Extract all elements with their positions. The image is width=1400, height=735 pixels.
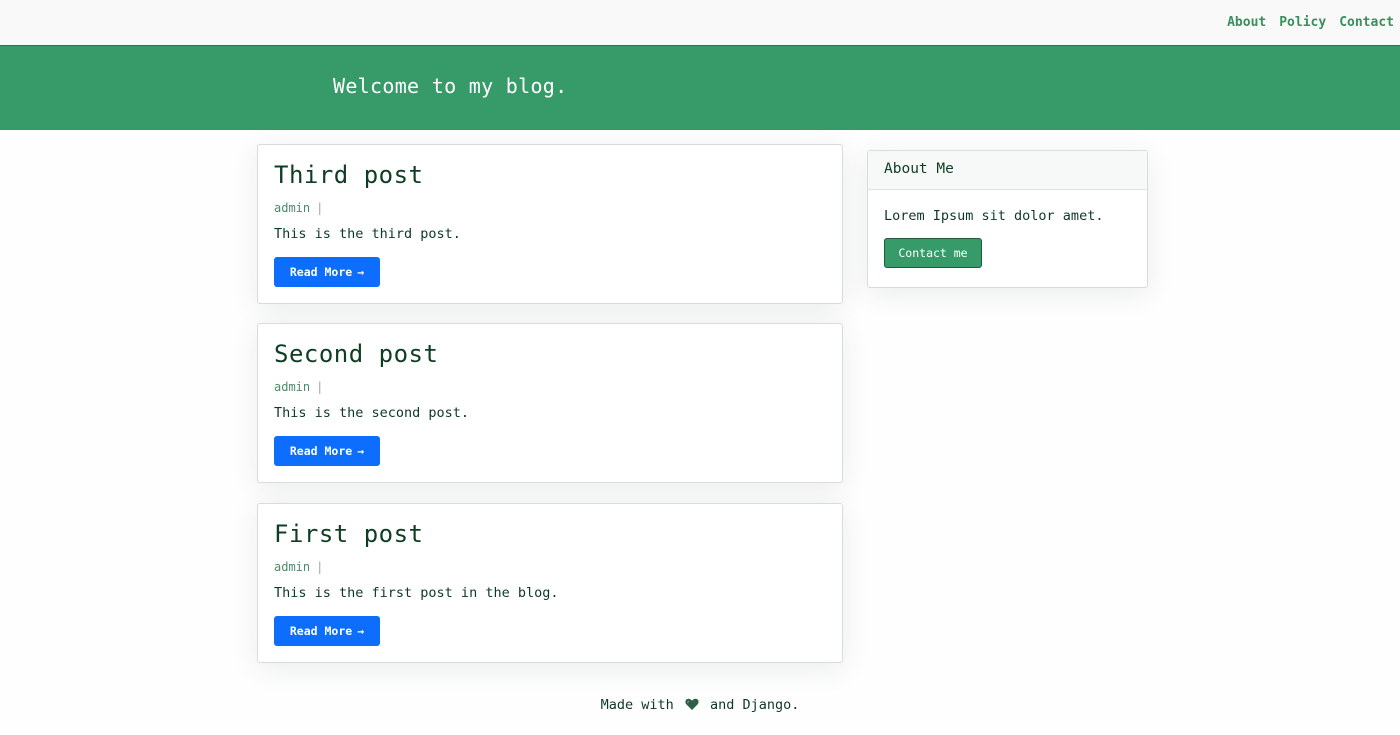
nav-link-policy[interactable]: Policy xyxy=(1279,15,1326,30)
main-content: Third post admin | This is the third post… xyxy=(0,130,1400,735)
post-meta-separator: | xyxy=(316,201,324,215)
post-card: Third post admin | This is the third post… xyxy=(257,144,843,304)
top-navbar: About Policy Contact xyxy=(0,0,1400,46)
read-more-button[interactable]: Read More → xyxy=(274,257,380,287)
read-more-button[interactable]: Read More → xyxy=(274,436,380,466)
post-author: admin xyxy=(274,201,311,215)
post-card: First post admin | This is the first post… xyxy=(257,503,843,663)
post-title: First post xyxy=(274,520,424,548)
read-more-label: Read More xyxy=(289,444,353,458)
post-author: admin xyxy=(274,560,311,574)
about-me-card: About Me Lorem Ipsum sit dolor amet. Con… xyxy=(867,150,1148,288)
about-me-body: Lorem Ipsum sit dolor amet. Contact me xyxy=(868,190,1147,286)
about-me-text: Lorem Ipsum sit dolor amet. xyxy=(884,208,1104,224)
arrow-right-icon: → xyxy=(357,624,365,638)
about-me-header: About Me xyxy=(868,151,1147,190)
read-more-label: Read More xyxy=(289,265,353,279)
arrow-right-icon: → xyxy=(357,265,365,279)
heart-icon xyxy=(685,698,699,715)
nav-link-about[interactable]: About xyxy=(1227,15,1266,30)
hero-title: Welcome to my blog. xyxy=(333,74,568,98)
post-author: admin xyxy=(274,380,311,394)
post-meta: admin | xyxy=(274,201,323,215)
post-meta-separator: | xyxy=(316,560,324,574)
post-excerpt: This is the first post in the blog. xyxy=(274,585,559,601)
read-more-button[interactable]: Read More → xyxy=(274,616,380,646)
footer: Made with and Django. xyxy=(0,697,1400,715)
footer-text-after: and Django. xyxy=(710,697,800,713)
hero-banner: Welcome to my blog. xyxy=(0,46,1400,130)
post-excerpt: This is the third post. xyxy=(274,226,461,242)
footer-text-before: Made with xyxy=(600,697,674,713)
post-title: Second post xyxy=(274,340,439,368)
read-more-label: Read More xyxy=(289,624,353,638)
post-meta-separator: | xyxy=(316,380,324,394)
arrow-right-icon: → xyxy=(357,444,365,458)
post-meta: admin | xyxy=(274,380,323,394)
contact-me-button[interactable]: Contact me xyxy=(884,238,982,268)
post-title: Third post xyxy=(274,161,424,189)
nav-link-contact[interactable]: Contact xyxy=(1339,15,1394,30)
post-excerpt: This is the second post. xyxy=(274,405,470,421)
post-card: Second post admin | This is the second po… xyxy=(257,323,843,483)
post-meta: admin | xyxy=(274,560,323,574)
